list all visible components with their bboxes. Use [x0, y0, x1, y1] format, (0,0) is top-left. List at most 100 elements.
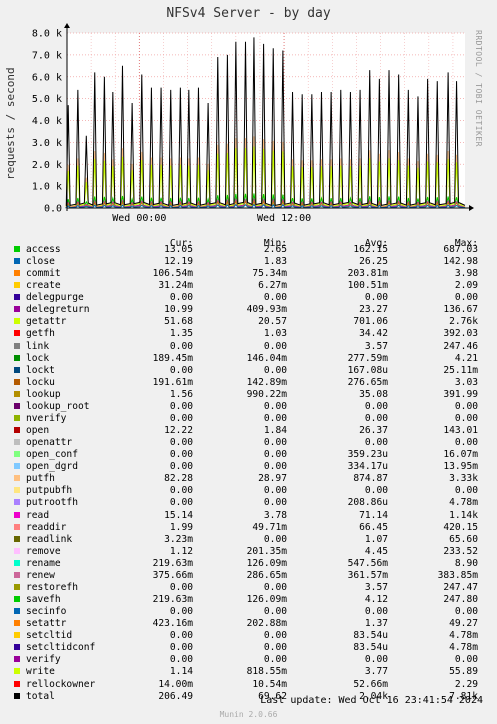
legend-series-name: setcltidconf	[26, 642, 96, 654]
legend-min-value: 990.22m	[246, 388, 287, 400]
legend-avg-value: 277.59m	[347, 352, 388, 364]
y-tick-label: 3.0 k	[32, 138, 62, 149]
legend-max-value: 16.07m	[443, 449, 478, 461]
legend-series-name: putpubfh	[26, 485, 73, 497]
legend-min-value: 0.00	[263, 340, 287, 352]
legend-max-value: 2.29	[454, 678, 478, 690]
legend-row-locku: locku 191.61m 142.89m 276.65m 3.03	[0, 377, 497, 389]
legend-avg-value: 0.00	[364, 412, 388, 424]
legend-avg-value: 874.87	[353, 473, 388, 485]
legend-cur-value: 82.28	[164, 473, 193, 485]
legend-row-link: link 0.00 0.00 3.57 247.46	[0, 341, 497, 353]
legend-avg-value: 26.37	[359, 425, 388, 437]
legend-min-value: 202.88m	[246, 618, 287, 630]
legend-swatch	[14, 318, 20, 325]
legend-avg-value: 0.00	[364, 485, 388, 497]
legend-series-name: restorefh	[26, 581, 78, 593]
legend-series-name: getfh	[26, 328, 55, 340]
legend-row-lock: lock 189.45m 146.04m 277.59m 4.21	[0, 353, 497, 365]
legend-max-value: 55.89	[449, 666, 478, 678]
munin-version: Munin 2.0.66	[219, 710, 278, 719]
legend-series-name: renew	[26, 569, 55, 581]
legend-cur-value: 31.24m	[158, 280, 193, 292]
legend-avg-value: 35.08	[359, 388, 388, 400]
legend-max-value: 233.52	[443, 545, 478, 557]
legend-cur-value: 375.66m	[152, 569, 193, 581]
legend-row-access: access 13.05 2.65 162.15 687.03	[0, 244, 497, 256]
legend-max-value: 143.01	[443, 425, 478, 437]
legend-series-name: setcltid	[26, 630, 73, 642]
legend-row-lookup_root: lookup_root 0.00 0.00 0.00 0.00	[0, 401, 497, 413]
legend-row-write: write 1.14 818.55m 3.77 55.89	[0, 666, 497, 678]
legend-avg-value: 1.07	[364, 533, 388, 545]
legend-cur-value: 206.49	[158, 690, 193, 702]
legend-swatch	[14, 402, 20, 409]
legend-row-restorefh: restorefh 0.00 0.00 3.57 247.47	[0, 582, 497, 594]
legend-swatch	[14, 451, 20, 458]
legend-max-value: 65.60	[449, 533, 478, 545]
legend-cur-value: 106.54m	[152, 268, 193, 280]
legend-max-value: 247.80	[443, 594, 478, 606]
legend-min-value: 0.00	[263, 449, 287, 461]
legend-series-name: create	[26, 280, 61, 292]
legend-avg-value: 361.57m	[347, 569, 388, 581]
legend-min-value: 0.00	[263, 533, 287, 545]
legend-swatch	[14, 294, 20, 301]
legend-avg-value: 0.00	[364, 400, 388, 412]
legend-avg-value: 100.51m	[347, 280, 388, 292]
legend-swatch	[14, 258, 20, 265]
legend-max-value: 49.27	[449, 618, 478, 630]
legend-min-value: 0.00	[263, 630, 287, 642]
legend-min-value: 1.03	[263, 328, 287, 340]
legend-row-renew: renew 375.66m 286.65m 361.57m 383.85m	[0, 570, 497, 582]
legend-swatch	[14, 583, 20, 590]
legend-min-value: 6.27m	[258, 280, 287, 292]
legend-series-name: lookup_root	[26, 400, 90, 412]
legend-swatch	[14, 246, 20, 252]
legend-max-value: 4.78m	[449, 630, 478, 642]
legend-avg-value: 71.14	[359, 509, 388, 521]
legend-series-name: verify	[26, 654, 61, 666]
legend-cur-value: 0.00	[169, 606, 193, 618]
legend-min-value: 0.00	[263, 581, 287, 593]
legend-swatch	[14, 366, 20, 373]
legend-cur-value: 423.16m	[152, 618, 193, 630]
legend-swatch	[14, 620, 20, 627]
legend-avg-value: 34.42	[359, 328, 388, 340]
legend-cur-value: 1.12	[169, 545, 193, 557]
legend-min-value: 0.00	[263, 412, 287, 424]
legend-min-value: 0.00	[263, 654, 287, 666]
legend-cur-value: 0.00	[169, 497, 193, 509]
legend-swatch	[14, 608, 20, 615]
legend-min-value: 28.97	[258, 473, 287, 485]
legend-avg-value: 167.08u	[347, 364, 388, 376]
legend-max-value: 4.78m	[449, 497, 478, 509]
legend-row-getattr: getattr 51.68 20.57 701.06 2.76k	[0, 316, 497, 328]
legend-max-value: 247.46	[443, 340, 478, 352]
legend-cur-value: 14.00m	[158, 678, 193, 690]
legend-series-name: readlink	[26, 533, 73, 545]
legend-swatch	[14, 656, 20, 663]
legend-row-commit: commit 106.54m 75.34m 203.81m 3.98	[0, 268, 497, 280]
legend-min-value: 0.00	[263, 461, 287, 473]
legend-series-name: link	[26, 340, 50, 352]
legend-avg-value: 0.00	[364, 292, 388, 304]
legend-avg-value: 4.45	[364, 545, 388, 557]
legend-min-value: 146.04m	[246, 352, 287, 364]
y-tick-label: 4.0 k	[32, 116, 62, 127]
legend-cur-value: 191.61m	[152, 376, 193, 388]
legend-cur-value: 0.00	[169, 364, 193, 376]
legend-swatch	[14, 535, 20, 542]
legend-avg-value: 547.56m	[347, 557, 388, 569]
legend-avg-value: 701.06	[353, 316, 388, 328]
legend-swatch	[14, 499, 20, 506]
legend-swatch	[14, 427, 20, 434]
y-axis-arrow	[64, 23, 70, 28]
legend-avg-value: 23.27	[359, 304, 388, 316]
legend-avg-value: 83.54u	[353, 642, 388, 654]
legend-row-getfh: getfh 1.35 1.03 34.42 392.03	[0, 328, 497, 340]
legend-avg-value: 208.86u	[347, 497, 388, 509]
legend-max-value: 8.90	[454, 557, 478, 569]
legend-row-read: read 15.14 3.78 71.14 1.14k	[0, 510, 497, 522]
legend-min-value: 0.00	[263, 497, 287, 509]
